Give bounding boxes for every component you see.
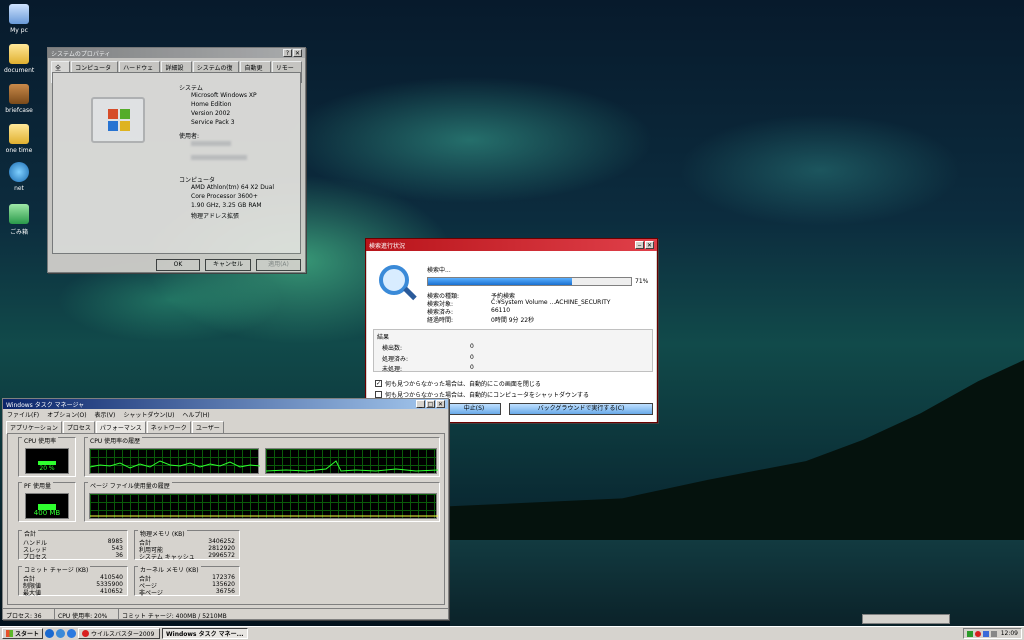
- show-desktop-icon[interactable]: [67, 629, 77, 638]
- briefcase-icon: [9, 84, 29, 104]
- taskbar: スタート ウイルスバスター2009 Windows タスク マネー... 12:…: [0, 626, 1024, 640]
- close-icon[interactable]: ✕: [645, 241, 654, 249]
- cpu-history-graph-1: [89, 448, 261, 474]
- desktop-icon-net[interactable]: net: [4, 162, 34, 192]
- desktop-icon-one-time[interactable]: one time: [4, 124, 34, 154]
- run-in-background-button[interactable]: バックグラウンドで実行する(C): [509, 403, 653, 415]
- windows-logo-icon: [91, 97, 145, 143]
- close-icon[interactable]: ✕: [436, 400, 445, 408]
- magnifier-icon: [379, 265, 417, 301]
- pf-graph-line: [90, 515, 438, 517]
- desktop-icon-briefcase[interactable]: briefcase: [4, 84, 34, 114]
- maximize-icon[interactable]: □: [426, 400, 435, 408]
- progress-percent: 71%: [635, 278, 649, 285]
- tray-virusbuster-icon[interactable]: [974, 630, 981, 637]
- computer-heading: コンピュータ: [179, 177, 216, 184]
- media-player-icon[interactable]: [56, 629, 66, 638]
- menu-view[interactable]: 表示(V): [95, 410, 116, 419]
- physical-memory-panel: 物理メモリ (KB) 合計 3406252 利用可能 2812920 システム キャ…: [134, 529, 240, 561]
- user-heading: 使用者:: [179, 133, 200, 140]
- menu-options[interactable]: オプション(O): [47, 410, 86, 419]
- computer-icon: [9, 4, 29, 24]
- desktop-icon-document[interactable]: document: [4, 44, 34, 74]
- pf-meter: 400 MB: [25, 493, 69, 519]
- checkbox-unchecked-icon: [375, 391, 382, 398]
- task-manager-window: Windows タスク マネージャ _ □ ✕ ファイル(F) オプション(O) 表…: [2, 398, 449, 620]
- ok-button[interactable]: OK: [156, 259, 200, 271]
- scan-progress-bar: [427, 277, 632, 286]
- cpu-history-panel: CPU 使用率の履歴: [84, 436, 440, 477]
- blurred-product-id: [191, 155, 247, 160]
- help-icon[interactable]: ?: [283, 49, 292, 57]
- auto-close-checkbox[interactable]: ✓ 何も見つからなかった場合は、自動的にこの画面を閉じる: [375, 379, 541, 388]
- desktop-icon-recycle-bin[interactable]: ごみ箱: [4, 204, 34, 236]
- cpu-graph-line: [265, 460, 439, 472]
- scan-status: 検索中...: [427, 267, 451, 274]
- results-heading: 結果: [377, 334, 390, 341]
- scan-progress-window: 検索進行状況 ‒ ✕ 検索中... 71% 検索の種類: 予約検索 検索対象: C…: [365, 238, 658, 423]
- progress-fill: [428, 278, 573, 285]
- cpu-meter: 20 %: [25, 448, 69, 474]
- minimize-icon[interactable]: _: [416, 400, 425, 408]
- title-bar[interactable]: 検索進行状況 ‒ ✕: [366, 239, 657, 251]
- folder-icon: [9, 44, 29, 64]
- minimize-icon[interactable]: ‒: [635, 241, 644, 249]
- taskbar-item-task-manager[interactable]: Windows タスク マネー...: [162, 628, 249, 639]
- windows-flag-icon: [6, 630, 13, 637]
- title-bar[interactable]: システムのプロパティ ? ✕: [48, 48, 305, 58]
- pf-usage-panel: PF 使用量 400 MB: [18, 481, 76, 522]
- blurred-user-name: [191, 141, 231, 146]
- recycle-bin-icon: [9, 204, 29, 224]
- floating-toolbar[interactable]: [862, 614, 950, 624]
- system-heading: システム: [179, 85, 203, 92]
- results-panel: 結果 検出数: 0 処理済み: 0 未処理: 0: [373, 329, 653, 373]
- system-properties-window: システムのプロパティ ?✕ 全般 コンピュータ名 ハードウェア 詳細設定 システ…: [47, 47, 306, 273]
- ie-icon[interactable]: [45, 629, 55, 638]
- menu-shutdown[interactable]: シャットダウン(U): [123, 410, 174, 419]
- globe-icon: [9, 162, 29, 182]
- performance-page: CPU 使用率 20 % CPU 使用率の履歴 PF 使用量 400 MB ペー…: [7, 433, 445, 605]
- menu-file[interactable]: ファイル(F): [7, 410, 39, 419]
- dialog-body: 検索中... 71% 検索の種類: 予約検索 検索対象: C:¥System V…: [367, 251, 656, 422]
- folder-icon: [9, 124, 29, 144]
- tab-page: システム Microsoft Windows XP Home Edition V…: [52, 72, 301, 254]
- cpu-history-graph-2: [265, 448, 439, 474]
- virusbuster-icon: [82, 630, 90, 637]
- desktop: My pc document briefcase one time net ごみ…: [0, 0, 1024, 626]
- cpu-usage-panel: CPU 使用率 20 %: [18, 436, 76, 477]
- taskbar-item-virusbuster[interactable]: ウイルスバスター2009: [78, 628, 161, 639]
- menu-help[interactable]: ヘルプ(H): [182, 410, 209, 419]
- title-bar[interactable]: Windows タスク マネージャ _ □ ✕: [3, 399, 448, 409]
- totals-panel: 合計 ハンドル 8985 スレッド 543 プロセス 36: [18, 529, 128, 561]
- commit-charge-panel: コミット チャージ (KB) 合計 410540 制限値 5335900 最大値 41…: [18, 565, 128, 597]
- checkbox-checked-icon: ✓: [375, 380, 382, 387]
- close-icon[interactable]: ✕: [293, 49, 302, 57]
- menu-bar: ファイル(F) オプション(O) 表示(V) シャットダウン(U) ヘルプ(H): [3, 409, 448, 420]
- tray-app-icon[interactable]: [982, 630, 989, 637]
- apply-button[interactable]: 適用(A): [256, 259, 301, 271]
- tray-volume-icon[interactable]: [990, 630, 997, 637]
- desktop-icon-my-pc[interactable]: My pc: [4, 4, 34, 34]
- tab-strip: アプリケーション プロセス パフォーマンス ネットワーク ユーザー: [3, 420, 448, 434]
- tray-network-icon[interactable]: [966, 630, 973, 637]
- start-button[interactable]: スタート: [2, 628, 44, 639]
- status-bar: プロセス: 36 CPU 使用率: 20% コミット チャージ: 400MB /…: [3, 608, 448, 620]
- cancel-button[interactable]: キャンセル: [205, 259, 251, 271]
- stop-button[interactable]: 中止(S): [447, 403, 501, 415]
- system-tray: 12:09: [962, 628, 1022, 639]
- kernel-memory-panel: カーネル メモリ (KB) 合計 172376 ページ 135620 非ページ 367…: [134, 565, 240, 597]
- clock[interactable]: 12:09: [1001, 630, 1018, 637]
- pf-history-panel: ページ ファイル使用量の履歴: [84, 481, 440, 522]
- pf-history-graph: [89, 493, 438, 519]
- cpu-graph-line: [89, 460, 261, 469]
